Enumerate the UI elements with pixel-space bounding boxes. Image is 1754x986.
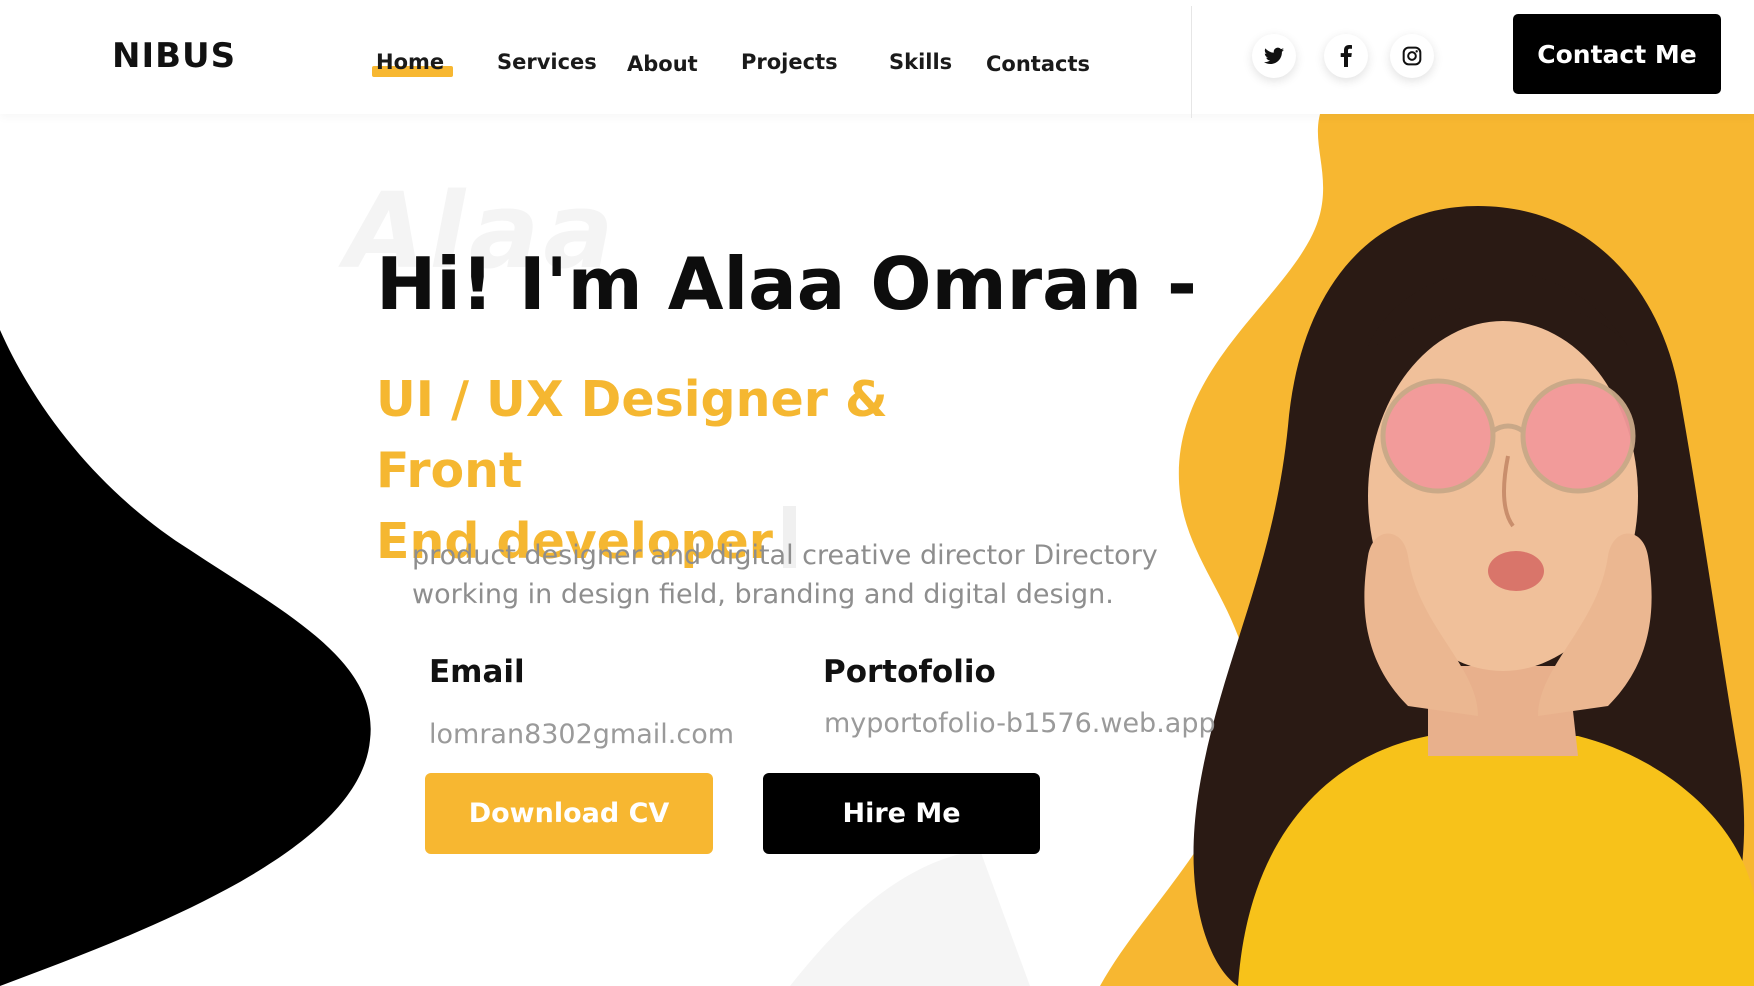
description-line-2: working in design field, branding and di…	[412, 579, 1114, 610]
role-line-1: UI / UX Designer & Front	[376, 371, 888, 499]
hero-description: product designer and digital creative di…	[412, 536, 1172, 614]
nav-skills[interactable]: Skills	[889, 50, 952, 74]
hire-me-button[interactable]: Hire Me	[763, 773, 1040, 854]
facebook-button[interactable]	[1324, 34, 1368, 78]
header-divider	[1191, 6, 1192, 118]
site-logo[interactable]: NIBUS	[112, 36, 236, 76]
black-wave-shape	[0, 330, 371, 986]
instagram-button[interactable]	[1390, 34, 1434, 78]
description-line-1: product designer and digital creative di…	[412, 540, 1158, 571]
hero-heading: Hi! I'm Alaa Omran -	[376, 242, 1197, 326]
nav-home[interactable]: Home	[376, 50, 444, 74]
nav-services[interactable]: Services	[497, 50, 597, 74]
instagram-icon	[1402, 46, 1422, 66]
top-navbar: NIBUS Home Services About Projects Skill…	[0, 0, 1754, 118]
contact-me-button[interactable]: Contact Me	[1513, 14, 1721, 94]
facebook-icon	[1340, 45, 1352, 67]
email-label: Email	[429, 654, 525, 690]
twitter-icon	[1264, 47, 1284, 64]
portfolio-label: Portofolio	[823, 654, 996, 690]
nav-contacts[interactable]: Contacts	[986, 52, 1090, 76]
download-cv-button[interactable]: Download CV	[425, 773, 713, 854]
portrait-photo	[1193, 206, 1754, 986]
email-value[interactable]: lomran8302gmail.com	[429, 719, 734, 750]
portfolio-value[interactable]: myportofolio-b1576.web.app	[824, 708, 1216, 739]
grey-triangle-shape	[790, 850, 1030, 986]
nav-projects[interactable]: Projects	[741, 50, 838, 74]
nav-about[interactable]: About	[627, 52, 698, 76]
twitter-button[interactable]	[1252, 34, 1296, 78]
